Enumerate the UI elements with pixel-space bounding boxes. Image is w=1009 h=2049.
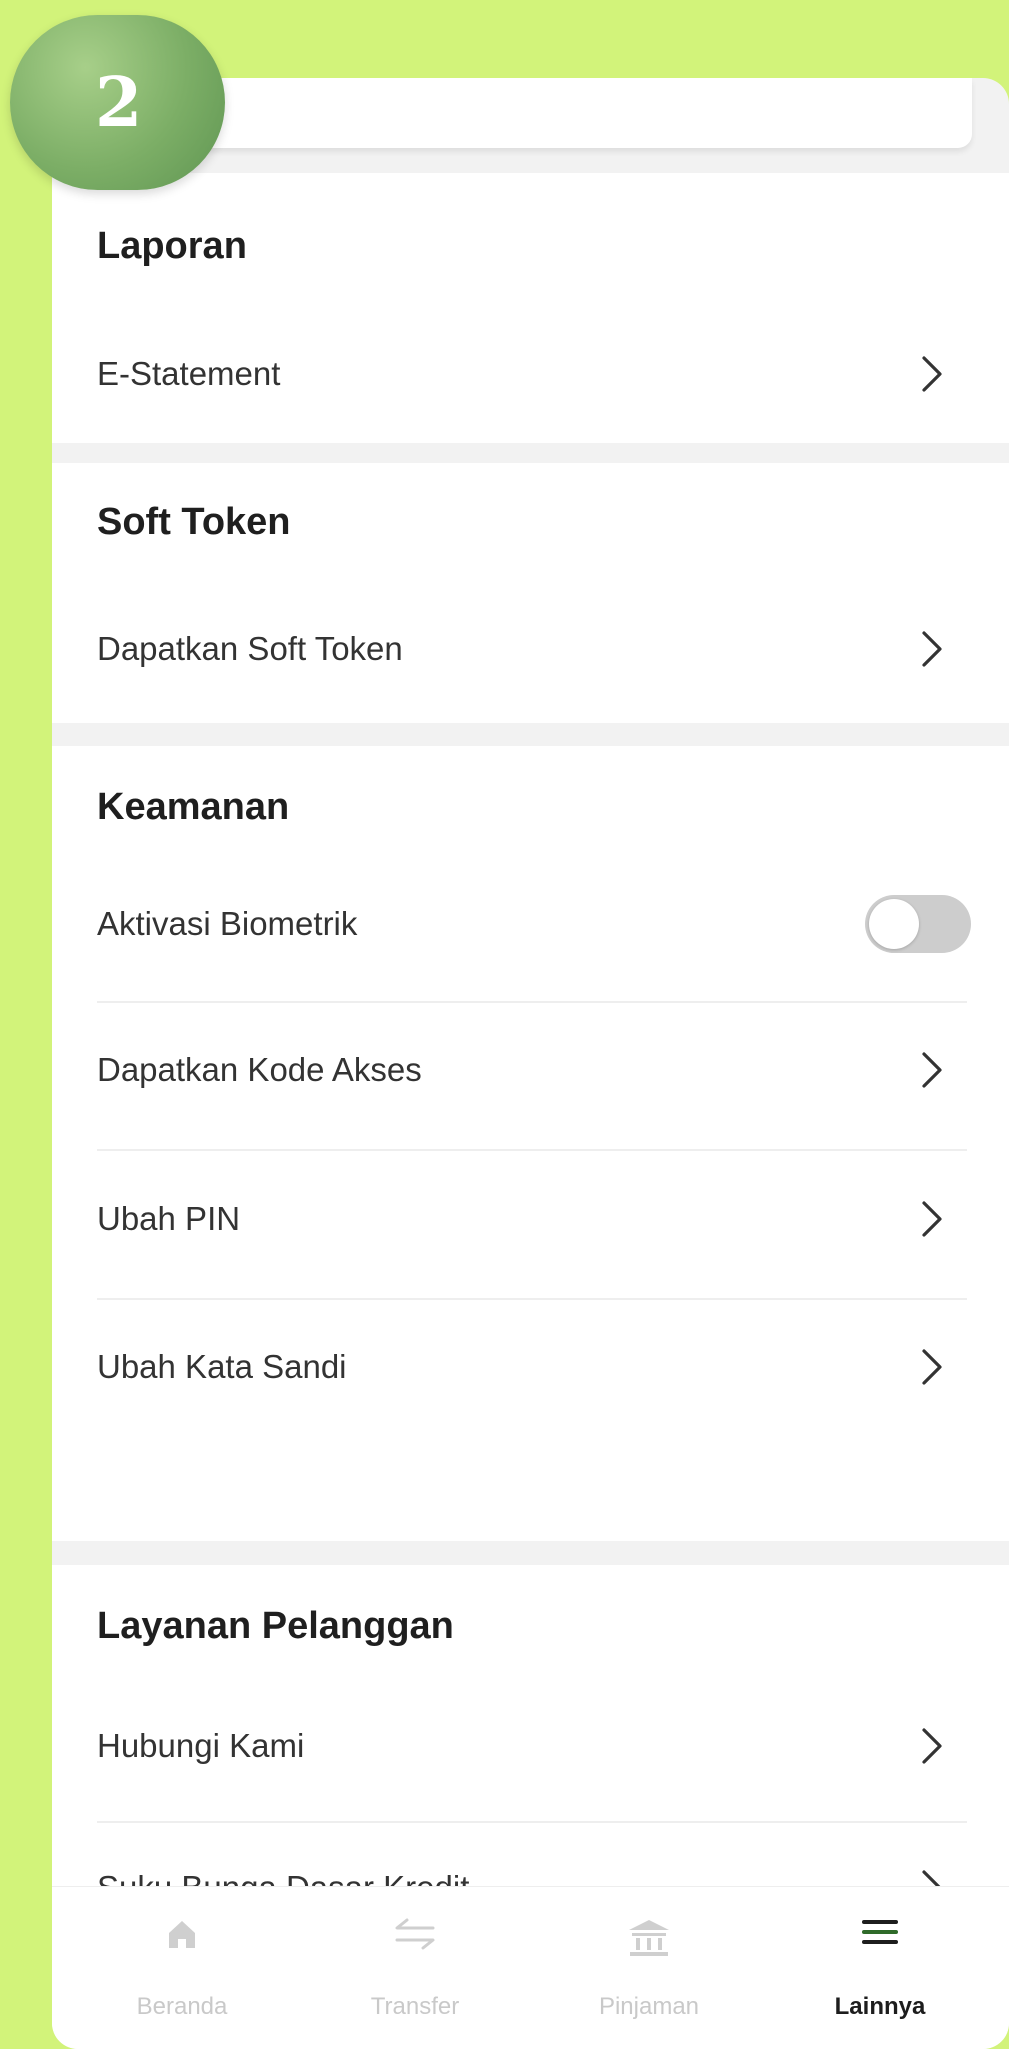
row-hubungi-kami[interactable]: Hubungi Kami [52,1695,1009,1795]
chevron-right-icon [922,356,942,392]
chevron-right-icon [922,1349,942,1385]
nav-transfer[interactable]: Transfer [315,1887,515,2049]
nav-label: Beranda [136,1993,228,2020]
nav-pinjaman[interactable]: Pinjaman [549,1887,749,2049]
home-icon [169,1921,195,1948]
nav-label: Pinjaman [598,1993,700,2020]
chevron-right-icon [922,1728,942,1764]
menu-icon [862,1920,898,1944]
transfer-arrows-icon [395,1918,435,1950]
divider [97,1821,967,1823]
row-dapatkan-soft-token[interactable]: Dapatkan Soft Token [52,598,1009,698]
section-layanan-pelanggan: Layanan Pelanggan Hubungi Kami Suku Bung… [52,1565,1009,1906]
biometric-toggle[interactable] [865,895,971,953]
chevron-right-icon [922,1201,942,1237]
row-label: E-Statement [97,355,281,392]
section-keamanan: Keamanan Aktivasi Biometrik Dapatkan Kod… [52,746,1009,1541]
row-label: Dapatkan Soft Token [97,630,403,667]
nav-lainnya[interactable]: Lainnya [780,1887,980,2049]
row-ubah-kata-sandi[interactable]: Ubah Kata Sandi [52,1316,1009,1416]
section-laporan: Laporan E-Statement [52,173,1009,443]
row-ubah-pin[interactable]: Ubah PIN [52,1168,1009,1268]
nav-label: Lainnya [834,1993,926,2020]
section-title: Layanan Pelanggan [97,1605,454,1647]
toggle-knob [869,899,919,949]
row-label: Aktivasi Biometrik [97,905,358,942]
row-aktivasi-biometrik: Aktivasi Biometrik [52,873,1009,973]
section-title: Laporan [97,225,247,267]
bottom-nav: Beranda Transfer Pinjaman Lainnya [52,1886,1009,2049]
nav-label: Transfer [370,1993,460,2020]
row-label: Hubungi Kami [97,1727,305,1764]
step-number: 2 [95,63,143,143]
section-title: Soft Token [97,501,291,543]
row-label: Dapatkan Kode Akses [97,1051,422,1088]
nav-beranda[interactable]: Beranda [82,1887,282,2049]
section-title: Keamanan [97,786,290,828]
divider [97,1001,967,1003]
row-dapatkan-kode-akses[interactable]: Dapatkan Kode Akses [52,1019,1009,1119]
step-badge: 2 [10,15,225,190]
chevron-right-icon [922,1052,942,1088]
row-label: Ubah Kata Sandi [97,1348,347,1385]
chevron-right-icon [922,631,942,667]
section-soft-token: Soft Token Dapatkan Soft Token [52,463,1009,723]
bank-icon [629,1920,669,1956]
divider [97,1149,967,1151]
row-e-statement[interactable]: E-Statement [52,323,1009,423]
row-label: Ubah PIN [97,1200,241,1237]
phone-screen: Laporan E-Statement Soft Token Dapatkan … [52,78,1009,2049]
divider [97,1298,967,1300]
